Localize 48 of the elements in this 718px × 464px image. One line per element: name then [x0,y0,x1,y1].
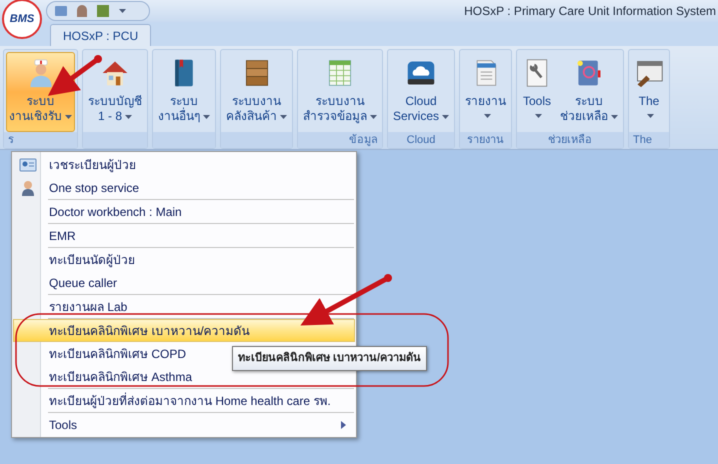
app-logo[interactable]: BMS [2,0,42,39]
dropdown-caret-icon[interactable] [119,9,126,13]
caret-icon [280,114,287,119]
menu-item[interactable]: ทะเบียนนัดผู้ป่วย [13,248,355,271]
person-icon [21,180,35,196]
menu-item[interactable]: ทะเบียนผู้ป่วยที่ส่งต่อมาจากงาน Home health care รพ. [13,389,355,412]
caret-icon [647,114,654,118]
caret-icon [370,114,377,119]
id-card-icon [19,158,37,172]
group-label: Cloud [406,132,436,148]
ribbon-button[interactable]: ระบบบัญชี 1 - 8 [85,52,145,132]
ribbon-button[interactable]: ระบบ งานอื่นๆ [155,52,213,132]
logo-text: BMS [10,12,34,27]
ribbon-button[interactable]: ระบบงาน สำรวจข้อมูล [300,52,380,132]
menu-item[interactable]: Tools [13,413,355,436]
caret-icon [484,114,491,118]
menu-item[interactable]: EMR [13,224,355,247]
menu-item[interactable]: รายงานผล Lab [13,295,355,318]
ribbon-button[interactable]: The [631,52,668,132]
group-label: ร [8,132,14,148]
tooltip: ทะเบียนคลินิกพิเศษ เบาหวาน/ความดัน [232,346,428,370]
caret-icon [535,114,542,118]
menu-item[interactable]: One stop service [13,176,355,199]
person-icon[interactable] [77,5,87,17]
ribbon-button[interactable]: ระบบ งานเชิงรับ [6,52,75,132]
group-label: ข้อมูล [349,132,378,148]
ribbon-button[interactable]: ระบบ ช่วยเหลือ [557,52,622,132]
ribbon-button[interactable]: Cloud Services [390,52,452,132]
caret-icon [203,114,210,119]
caret-icon [65,114,72,119]
group-label: รายงาน [467,132,504,148]
annotation-arrow [48,55,102,96]
window-icon [634,58,664,88]
submenu-arrow-icon [341,420,346,428]
group-label: The [633,132,652,148]
group-label: ช่วยเหลือ [548,132,592,148]
ribbon-tab[interactable]: HOSxP : PCU [50,24,152,46]
caret-icon [442,114,450,119]
ribbon-button[interactable]: รายงาน [462,52,510,132]
window-title: HOSxP : Primary Care Unit Information System [464,3,716,20]
menu-item[interactable]: เวชระเบียนผู้ป่วย [13,153,355,176]
caret-icon [611,114,618,119]
menu-item[interactable]: ทะเบียนคลินิกพิเศษ เบาหวาน/ความดัน [13,319,355,342]
menu-item[interactable]: Doctor workbench : Main [13,200,355,223]
caret-icon [125,114,132,119]
menu-item[interactable]: Queue caller [13,271,355,294]
ribbon-button[interactable]: Tools [519,52,556,132]
ribbon-button[interactable]: ระบบงาน คลังสินค้า [223,52,290,132]
